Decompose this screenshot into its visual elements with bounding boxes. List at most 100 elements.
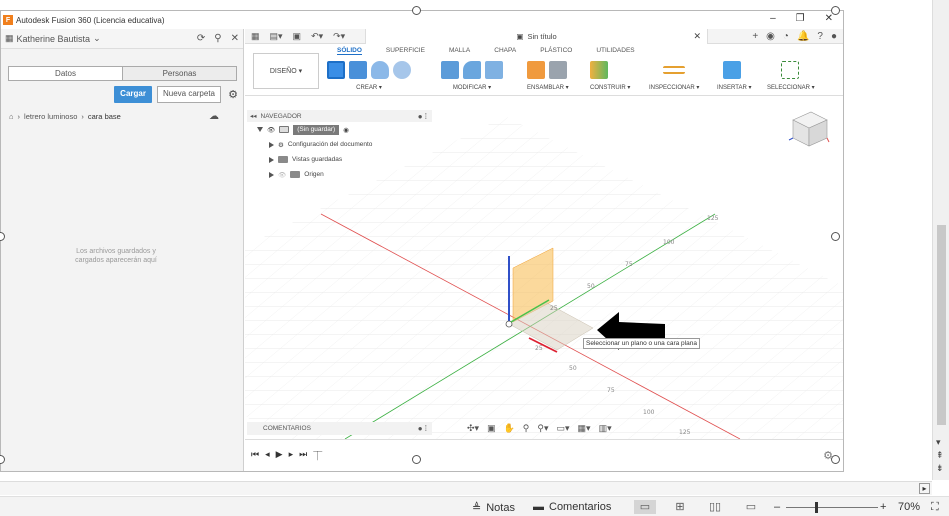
resize-handle[interactable]: [412, 6, 421, 15]
redo-icon[interactable]: ↷▾: [333, 31, 345, 42]
grid-settings-icon[interactable]: ▦▾: [578, 423, 591, 434]
avatar[interactable]: ●: [831, 31, 837, 42]
search-icon[interactable]: ⚲: [214, 33, 221, 44]
fusion-screenshot-image[interactable]: F Autodesk Fusion 360 (Licencia educativ…: [0, 10, 844, 472]
reading-view-button[interactable]: ▯▯: [704, 500, 726, 514]
pin-icon[interactable]: ● ⁞: [418, 112, 427, 121]
fillet-icon[interactable]: [463, 61, 481, 79]
group-label-crear[interactable]: CREAR ▾: [327, 84, 411, 91]
look-at-icon[interactable]: ▣: [487, 423, 496, 434]
scroll-thumb[interactable]: [937, 225, 946, 425]
vertical-scrollbar[interactable]: ▾ ⇞ ⇟: [932, 0, 949, 480]
offset-plane-icon[interactable]: [590, 61, 608, 79]
home-icon[interactable]: ⌂: [9, 112, 14, 121]
tree-root[interactable]: 👁 (Sin guardar) ◉: [247, 122, 432, 137]
display-settings-icon[interactable]: ▭▾: [557, 423, 570, 434]
step-forward-icon[interactable]: ▸: [289, 449, 294, 462]
pin-icon[interactable]: ● ⁞: [418, 424, 427, 433]
play-icon[interactable]: ▶: [276, 449, 283, 462]
group-label-inspeccionar[interactable]: INSPECCIONAR ▾: [649, 84, 699, 91]
revolve-icon[interactable]: [371, 61, 389, 79]
tab-datos[interactable]: Datos: [9, 67, 123, 80]
app-grid-icon[interactable]: ▦: [251, 31, 260, 42]
scroll-right-icon[interactable]: ▸: [919, 483, 930, 494]
joint-icon[interactable]: [549, 61, 567, 79]
upload-button[interactable]: Cargar: [114, 86, 152, 103]
cloud-icon[interactable]: ☁: [209, 111, 219, 122]
breadcrumb-folder[interactable]: cara base: [88, 112, 121, 121]
expand-icon[interactable]: [269, 171, 274, 178]
insert-image-icon[interactable]: [723, 61, 741, 79]
file-menu-icon[interactable]: ▤▾: [270, 31, 283, 42]
collapse-icon[interactable]: ◂◂: [250, 112, 257, 120]
tab-malla[interactable]: MALLA: [449, 47, 470, 55]
orbit-icon[interactable]: ✣▾: [467, 423, 479, 434]
activate-icon[interactable]: ◉: [343, 126, 349, 134]
close-tab-icon[interactable]: ✕: [693, 31, 701, 42]
zoom-slider[interactable]: [786, 502, 878, 513]
save-icon[interactable]: ▣: [293, 31, 302, 42]
expand-icon[interactable]: [269, 156, 274, 163]
pan-icon[interactable]: ✋: [504, 423, 515, 434]
job-status-icon[interactable]: ◔: [783, 31, 789, 42]
close-icon[interactable]: ✕: [825, 13, 833, 24]
create-sketch-icon[interactable]: [327, 61, 345, 79]
go-to-end-icon[interactable]: ⏭: [299, 449, 307, 462]
scroll-down-icon[interactable]: ▾: [936, 437, 944, 448]
previous-slide-icon[interactable]: ⇞: [936, 450, 944, 461]
measure-icon[interactable]: [663, 66, 685, 74]
comments-panel[interactable]: COMENTARIOS ● ⁞: [247, 422, 432, 435]
undo-icon[interactable]: ↶▾: [311, 31, 323, 42]
notifications-icon[interactable]: 🔔: [797, 31, 809, 42]
tree-item[interactable]: ⚙ Configuración del documento: [247, 137, 432, 152]
chamfer-icon[interactable]: [485, 61, 503, 79]
comments-button[interactable]: ▬ Comentarios: [533, 501, 611, 513]
normal-view-button[interactable]: ▭: [634, 500, 656, 514]
fit-icon[interactable]: ⚲▾: [537, 423, 548, 434]
refresh-icon[interactable]: ⟳: [197, 33, 205, 44]
slideshow-button[interactable]: ▭: [740, 500, 762, 514]
tab-solido[interactable]: SÓLIDO: [337, 47, 362, 55]
group-label-construir[interactable]: CONSTRUIR ▾: [590, 84, 630, 91]
tab-superficie[interactable]: SUPERFICIE: [386, 47, 425, 55]
slide-sorter-button[interactable]: ⊞: [669, 500, 691, 514]
next-slide-icon[interactable]: ⇟: [936, 463, 944, 474]
expand-icon[interactable]: [257, 127, 263, 132]
group-label-ensamblar[interactable]: ENSAMBLAR ▾: [527, 84, 569, 91]
expand-icon[interactable]: [269, 141, 274, 148]
tab-chapa[interactable]: CHAPA: [494, 47, 516, 55]
close-panel-icon[interactable]: ✕: [231, 33, 239, 44]
group-label-seleccionar[interactable]: SELECCIONAR ▾: [767, 84, 815, 91]
zoom-in-icon[interactable]: +: [880, 501, 886, 513]
minimize-icon[interactable]: –: [770, 13, 776, 24]
zoom-icon[interactable]: ⚲: [523, 423, 530, 434]
zoom-out-icon[interactable]: –: [774, 501, 780, 513]
root-component-label[interactable]: (Sin guardar): [293, 124, 340, 135]
gear-icon[interactable]: ⚙: [228, 88, 238, 101]
resize-handle[interactable]: [412, 455, 421, 464]
restore-icon[interactable]: ❐: [796, 13, 805, 24]
extensions-icon[interactable]: ◉: [766, 31, 775, 42]
user-menu[interactable]: ▦ Katherine Bautista ⌄: [5, 33, 101, 44]
group-label-insertar[interactable]: INSERTAR ▾: [717, 84, 751, 91]
new-component-icon[interactable]: [527, 61, 545, 79]
tree-item[interactable]: Vistas guardadas: [247, 152, 432, 167]
go-to-start-icon[interactable]: ⏮: [251, 449, 259, 462]
step-back-icon[interactable]: ◂: [265, 449, 270, 462]
select-icon[interactable]: [781, 61, 799, 79]
breadcrumb-project[interactable]: letrero luminoso: [24, 112, 77, 121]
horizontal-scrollbar[interactable]: ▸: [0, 481, 932, 495]
tab-personas[interactable]: Personas: [123, 67, 236, 80]
timeline-marker-icon[interactable]: ⏉: [313, 449, 322, 462]
viewports-icon[interactable]: ▥▾: [599, 423, 612, 434]
extrude-icon[interactable]: [349, 61, 367, 79]
new-folder-button[interactable]: Nueva carpeta: [156, 86, 221, 103]
tab-utilidades[interactable]: UTILIDADES: [596, 47, 634, 55]
resize-handle[interactable]: [831, 6, 840, 15]
viewcube[interactable]: [785, 106, 831, 157]
press-pull-icon[interactable]: [441, 61, 459, 79]
resize-handle[interactable]: [831, 455, 840, 464]
fit-slide-icon[interactable]: ⛶: [931, 501, 939, 514]
sweep-icon[interactable]: [393, 61, 411, 79]
new-tab-icon[interactable]: +: [752, 31, 758, 42]
